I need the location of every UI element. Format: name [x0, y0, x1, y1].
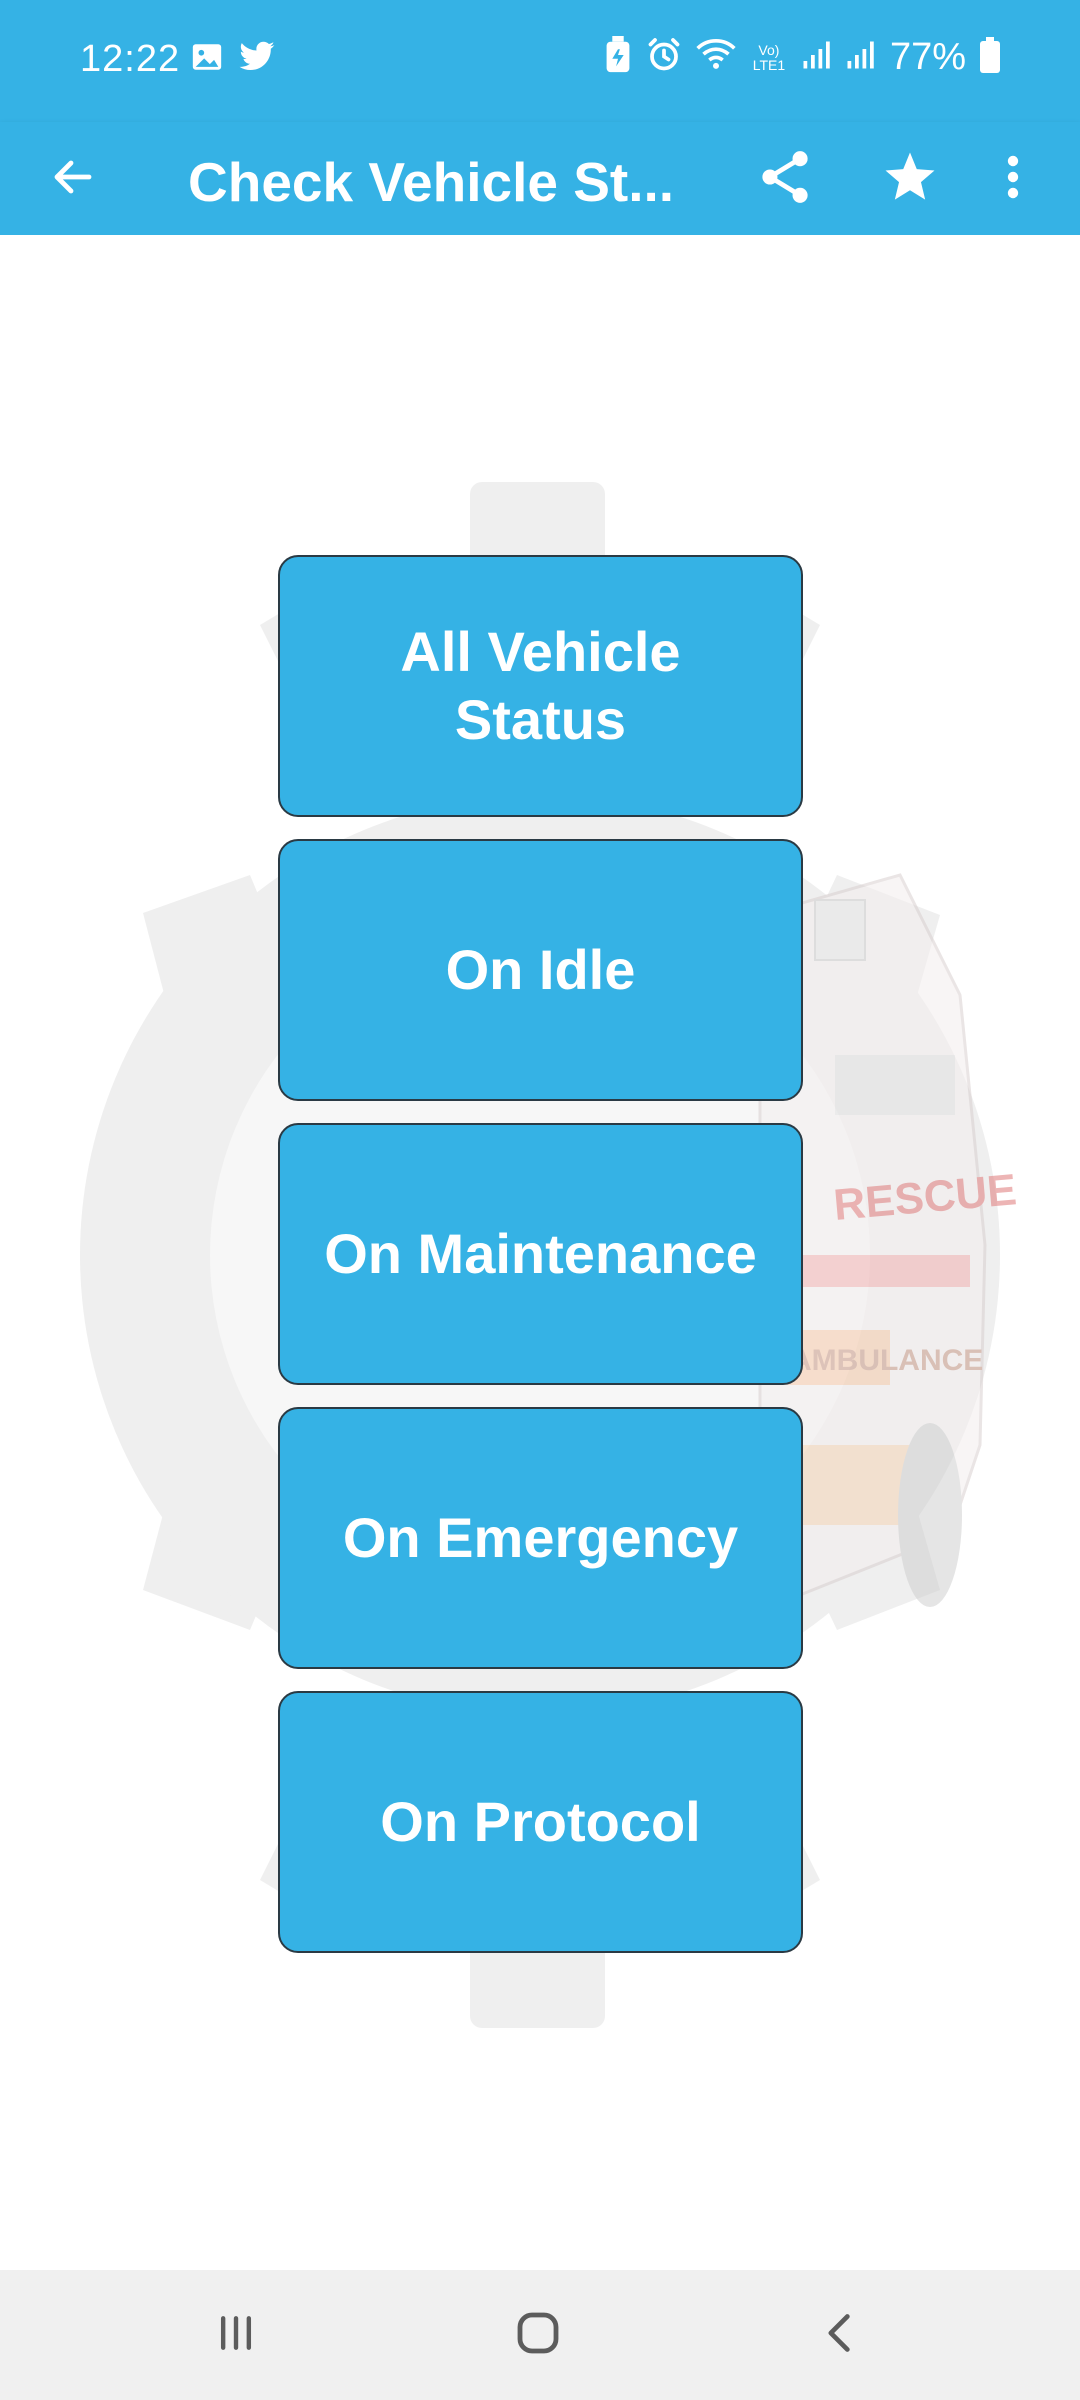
on-protocol-button[interactable]: On Protocol: [278, 1691, 803, 1953]
notification-icons: [190, 40, 276, 79]
share-button[interactable]: [750, 144, 820, 214]
battery-percentage: 77%: [889, 36, 966, 78]
home-button[interactable]: [498, 2300, 578, 2370]
more-options-button[interactable]: [988, 144, 1038, 214]
lte-label: Vo) LTE1: [752, 41, 786, 73]
back-button[interactable]: [38, 144, 108, 214]
van-ambulance-text: AMBULANCE: [790, 1344, 983, 1377]
system-nav-bar: [0, 2270, 1080, 2400]
back-icon: [818, 2311, 862, 2360]
content-area: RESCUE AMBULANCE All Vehicle Status On I…: [0, 235, 1080, 2270]
status-button-list: All Vehicle Status On Idle On Maintenanc…: [278, 555, 803, 1975]
on-idle-button[interactable]: On Idle: [278, 839, 803, 1101]
page-title: Check Vehicle St...: [188, 151, 675, 213]
more-vertical-icon: [1005, 152, 1021, 207]
share-icon: [759, 149, 811, 210]
star-icon: [882, 149, 938, 210]
home-icon: [514, 2309, 562, 2362]
signal-1-icon: [802, 39, 832, 76]
arrow-left-icon: [49, 153, 97, 206]
recents-button[interactable]: [196, 2300, 276, 2370]
status-time: 12:22: [80, 38, 181, 80]
battery-icon: [980, 37, 1000, 78]
on-emergency-button[interactable]: On Emergency: [278, 1407, 803, 1669]
signal-2-icon: [846, 39, 876, 76]
wifi-icon: [696, 38, 736, 77]
system-icons: Vo) LTE1 77%: [604, 36, 1000, 79]
gallery-icon: [190, 40, 224, 79]
all-vehicle-status-button[interactable]: All Vehicle Status: [278, 555, 803, 817]
on-maintenance-button[interactable]: On Maintenance: [278, 1123, 803, 1385]
recents-icon: [214, 2311, 258, 2360]
battery-saver-icon: [604, 36, 632, 79]
twitter-icon: [238, 40, 276, 79]
alarm-icon: [646, 37, 682, 78]
favorite-button[interactable]: [875, 144, 945, 214]
status-bar: 12:22 Vo) LTE1 77%: [0, 0, 1080, 122]
app-bar: Check Vehicle St...: [0, 122, 1080, 235]
nav-back-button[interactable]: [800, 2300, 880, 2370]
